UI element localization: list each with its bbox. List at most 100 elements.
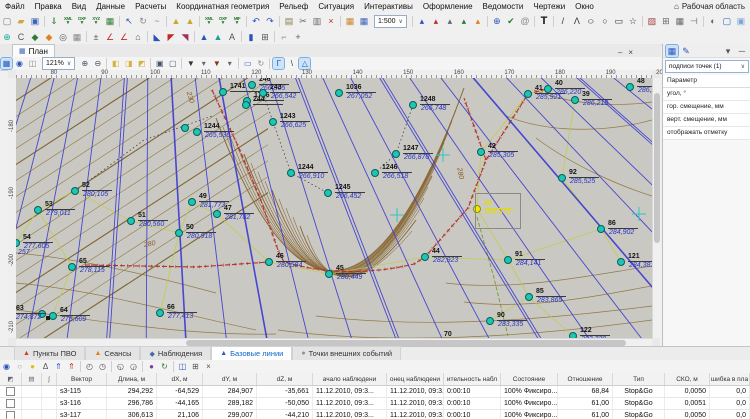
add-point-icon[interactable]: ⊕ — [1, 31, 13, 43]
copy-icon[interactable]: ▥ — [311, 15, 323, 27]
survey-point[interactable] — [617, 258, 625, 266]
map-globe-icon[interactable]: ⊕ — [491, 15, 503, 27]
ortho-icon[interactable]: Γ — [273, 58, 284, 69]
menu-item-10[interactable]: Оформление — [418, 2, 478, 11]
capture-area-icon[interactable]: △ — [299, 58, 310, 69]
recalculate-icon[interactable]: ↻ — [159, 361, 170, 372]
zoom-prev-icon[interactable]: ▢ — [167, 58, 178, 69]
survey-point[interactable] — [269, 118, 277, 126]
filter-icon[interactable]: ▼ — [185, 58, 196, 69]
tab-plan[interactable]: ▦ План — [12, 44, 55, 57]
survey-point[interactable] — [181, 124, 189, 132]
line-shape-icon[interactable]: / — [557, 15, 569, 27]
column-header[interactable]: Отношение — [558, 373, 613, 385]
spline-shape-icon[interactable]: Λ — [571, 15, 583, 27]
polyline-tool-icon[interactable]: ~ — [151, 15, 163, 27]
interval-b-icon[interactable]: ◶ — [128, 361, 139, 372]
column-header[interactable]: ◩ — [0, 373, 22, 385]
net-adjust-icon[interactable]: ▴ — [416, 15, 428, 27]
scales-icon[interactable]: Δ — [40, 361, 51, 372]
text-style-icon[interactable]: A — [226, 31, 238, 43]
survey-point[interactable] — [156, 309, 164, 317]
survey-point[interactable] — [213, 210, 221, 218]
text-tool-icon[interactable]: T — [538, 15, 550, 27]
import-survey-icon[interactable]: ⇓ — [48, 15, 60, 27]
grid-view-icon[interactable]: ▦ — [666, 45, 678, 57]
survey-point[interactable] — [49, 312, 57, 320]
column-header[interactable]: Тип — [613, 373, 665, 385]
survey-point[interactable] — [421, 253, 429, 261]
survey-point[interactable] — [371, 169, 379, 177]
level-adjust-icon[interactable]: ± — [90, 31, 102, 43]
close-pane-icon[interactable]: × — [628, 48, 633, 57]
window-grid-icon[interactable]: ⊞ — [259, 31, 271, 43]
properties-table-icon[interactable]: ▦ — [358, 15, 370, 27]
select-frame-icon[interactable]: ▭ — [242, 58, 253, 69]
survey-point[interactable] — [524, 90, 532, 98]
rotate-tool-icon[interactable]: ↻ — [137, 15, 149, 27]
zoom-out-icon[interactable]: ⊖ — [92, 58, 103, 69]
menu-item-9[interactable]: Интерактивы — [359, 2, 418, 11]
antenna-red-icon[interactable]: ⇑ — [66, 361, 77, 372]
layers-icon[interactable]: ▦ — [1, 58, 12, 69]
point-box-icon[interactable]: ◫ — [27, 58, 38, 69]
survey-point[interactable] — [219, 88, 227, 96]
column-header[interactable]: Длина, м — [107, 373, 157, 385]
menu-item-7[interactable]: Рельеф — [274, 2, 313, 11]
menu-item-4[interactable]: Данные — [91, 2, 130, 11]
column-header[interactable]: шибка в пла — [710, 373, 750, 385]
survey-point[interactable] — [34, 206, 42, 214]
survey-point[interactable] — [525, 293, 533, 301]
find-vector-icon[interactable]: ◉ — [1, 361, 12, 372]
column-header[interactable]: ачало наблюдени — [313, 373, 387, 385]
survey-point[interactable] — [626, 83, 634, 91]
tab-sessions[interactable]: ▲Сеансы — [85, 346, 140, 360]
pane-b-icon[interactable]: ▢ — [721, 15, 733, 27]
table-row[interactable]: s3-116296,786-44,165289,182-50,05011.12.… — [0, 398, 750, 410]
import-xyz-icon[interactable]: XYZ▼ — [90, 15, 102, 27]
zoom-in-icon[interactable]: ⊕ — [79, 58, 90, 69]
net-free-icon[interactable]: ▴ — [444, 15, 456, 27]
circle-shape-icon[interactable]: ○ — [599, 15, 611, 27]
pan-page1-icon[interactable]: ◧ — [110, 58, 121, 69]
time-end-icon[interactable]: ◷ — [97, 361, 108, 372]
bulb-off-icon[interactable]: ○ — [14, 361, 25, 372]
level-icon[interactable]: ▴ — [472, 15, 484, 27]
survey-point[interactable] — [265, 258, 273, 266]
poly-red-icon[interactable]: ◤ — [165, 31, 177, 43]
slope-line-icon[interactable]: \ — [286, 58, 297, 69]
import-xml-icon[interactable]: XML▼ — [62, 15, 74, 27]
bulb-on-icon[interactable]: ● — [27, 361, 38, 372]
menu-item-12[interactable]: Чертежи — [528, 2, 570, 11]
table-row[interactable]: s3-115294,292-64,529284,907-35,66111.12.… — [0, 386, 750, 398]
panel-menu-icon[interactable]: ▾ — [722, 45, 734, 57]
web-icon[interactable]: @ — [519, 15, 531, 27]
survey-point[interactable] — [325, 270, 333, 278]
select-tool-icon[interactable]: ↖ — [123, 15, 135, 27]
open-file-icon[interactable]: ▰ — [15, 15, 27, 27]
antenna-blue-icon[interactable]: ⇑ — [53, 361, 64, 372]
interval-a-icon[interactable]: ◵ — [115, 361, 126, 372]
tab-baselines[interactable]: ▲Базовые линии — [211, 346, 292, 360]
survey-point[interactable] — [248, 81, 256, 89]
report-icon[interactable]: ◫ — [177, 361, 188, 372]
menu-item-1[interactable]: Файл — [0, 2, 30, 11]
menu-item-8[interactable]: Ситуация — [313, 2, 359, 11]
ellipse-shape-icon[interactable]: ○ — [583, 15, 599, 27]
group-icon[interactable]: ⊞ — [660, 15, 672, 27]
tab-observations[interactable]: ◆Наблюдения — [140, 346, 211, 360]
rect-shape-icon[interactable]: ▭ — [613, 15, 625, 27]
new-document-icon[interactable]: ▢ — [1, 15, 13, 27]
caret1-icon[interactable]: ▾ — [198, 58, 209, 69]
parameter-row[interactable]: угол, ° — [663, 88, 750, 101]
export-xml-icon[interactable]: XML▼ — [203, 15, 215, 27]
station-a-icon[interactable]: ▲ — [170, 15, 182, 27]
project-table-icon[interactable]: ▦ — [344, 15, 356, 27]
cut-icon[interactable]: ✂ — [297, 15, 309, 27]
map-canvas[interactable]: 17411746246266,3052441244265,536243266,5… — [16, 78, 652, 338]
workspace-switcher[interactable]: ⌂ Рабочая область — [674, 2, 750, 11]
tab-pvo-points[interactable]: ▲Пункты ПВО — [14, 346, 85, 360]
save-icon[interactable]: ▣ — [29, 15, 41, 27]
pane-a-icon[interactable]: ◐ — [707, 15, 719, 27]
vscroll-thumb[interactable] — [654, 93, 660, 243]
